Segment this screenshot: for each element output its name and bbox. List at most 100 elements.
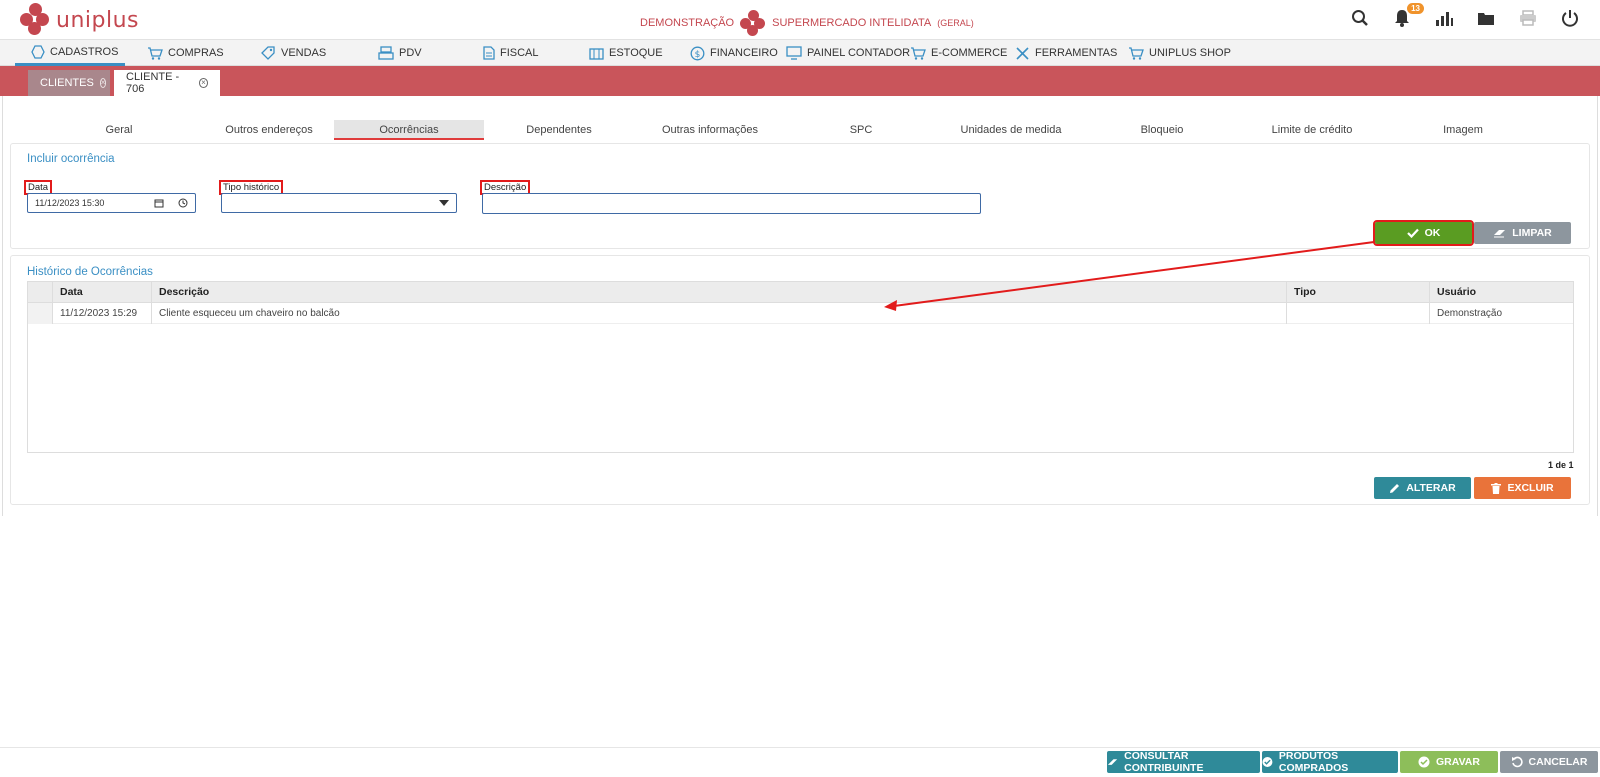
register-icon bbox=[378, 46, 394, 60]
produtos-comprados-button[interactable]: PRODUTOS COMPRADOS bbox=[1262, 750, 1398, 774]
row-descricao: Cliente esqueceu um chaveiro no balcão bbox=[152, 303, 1287, 324]
menu-item-financeiro[interactable]: $ FINANCEIRO bbox=[690, 40, 778, 66]
table-header: Data Descrição Tipo Usuário bbox=[28, 282, 1573, 303]
logo-mark-icon bbox=[20, 3, 50, 37]
menu-item-compras[interactable]: COMPRAS bbox=[147, 40, 224, 66]
company-name: SUPERMERCADO INTELIDATA bbox=[772, 17, 932, 29]
menu-item-fiscal[interactable]: FISCAL bbox=[483, 40, 539, 66]
check-icon bbox=[1406, 228, 1419, 238]
subtab-outros-enderecos[interactable]: Outros endereços bbox=[194, 120, 344, 140]
gravar-button[interactable]: GRAVAR bbox=[1400, 751, 1498, 773]
ok-button-label: OK bbox=[1424, 227, 1441, 239]
column-header-tipo[interactable]: Tipo bbox=[1287, 282, 1430, 303]
pagination-info: 1 de 1 bbox=[1548, 460, 1574, 470]
subtab-bloqueio[interactable]: Bloqueio bbox=[1087, 120, 1237, 140]
dollar-icon: $ bbox=[690, 46, 705, 60]
subtab-dependentes[interactable]: Dependentes bbox=[484, 120, 634, 140]
chart-icon[interactable] bbox=[1434, 8, 1454, 28]
ok-button[interactable]: OK bbox=[1373, 220, 1474, 246]
subtab-unidades-de-medida[interactable]: Unidades de medida bbox=[936, 120, 1086, 140]
row-data: 11/12/2023 15:29 bbox=[53, 303, 152, 324]
bell-icon[interactable]: 13 bbox=[1392, 3, 1424, 28]
notification-badge: 13 bbox=[1407, 3, 1424, 14]
doc-tab-label: CLIENTE - 706 bbox=[126, 71, 180, 95]
occurrence-history-title: Histórico de Ocorrências bbox=[27, 266, 153, 278]
table-row[interactable]: 11/12/2023 15:29 Cliente esqueceu um cha… bbox=[28, 303, 1573, 324]
environment-indicator: DEMONSTRAÇÃO SUPERMERCADO INTELIDATA (GE… bbox=[640, 10, 974, 36]
menu-item-ferramentas[interactable]: FERRAMENTAS bbox=[1015, 40, 1117, 66]
occurrence-history-table: Data Descrição Tipo Usuário 11/12/2023 1… bbox=[27, 281, 1574, 453]
doc-tab-cliente-706[interactable]: CLIENTE - 706 × bbox=[114, 70, 220, 96]
folder-icon[interactable] bbox=[1476, 8, 1496, 28]
cancelar-button-label: CANCELAR bbox=[1528, 756, 1588, 768]
menu-item-pdv[interactable]: PDV bbox=[378, 40, 422, 66]
subtab-limite-de-credito[interactable]: Limite de crédito bbox=[1237, 120, 1387, 140]
eraser-icon bbox=[1494, 230, 1506, 238]
cancelar-button[interactable]: CANCELAR bbox=[1500, 751, 1598, 773]
eraser-icon bbox=[1107, 758, 1118, 765]
header-actions: 13 bbox=[1350, 3, 1580, 28]
menu-item-label: FISCAL bbox=[500, 47, 539, 59]
power-icon[interactable] bbox=[1560, 8, 1580, 28]
gravar-button-label: GRAVAR bbox=[1436, 756, 1480, 768]
close-icon[interactable]: × bbox=[99, 78, 107, 88]
limpar-button[interactable]: LIMPAR bbox=[1474, 222, 1571, 244]
close-icon[interactable]: × bbox=[198, 78, 208, 88]
undo-icon bbox=[1511, 756, 1523, 768]
pencil-icon bbox=[1390, 483, 1400, 493]
subtab-ocorrencias[interactable]: Ocorrências bbox=[334, 120, 484, 140]
alterar-button[interactable]: ALTERAR bbox=[1374, 477, 1471, 499]
menu-item-e-commerce[interactable]: E-COMMERCE bbox=[910, 40, 1007, 66]
menu-item-label: FERRAMENTAS bbox=[1035, 47, 1118, 59]
menu-item-label: CADASTROS bbox=[50, 45, 119, 58]
check-circle-icon bbox=[1262, 757, 1273, 767]
company-suffix: (GERAL) bbox=[937, 18, 974, 28]
menu-item-label: UNIPLUS SHOP bbox=[1149, 47, 1231, 59]
row-selector[interactable] bbox=[28, 303, 53, 324]
excluir-button-label: EXCLUIR bbox=[1507, 482, 1554, 494]
trash-icon bbox=[1491, 482, 1502, 494]
tools-icon bbox=[1016, 46, 1029, 60]
excluir-button[interactable]: EXCLUIR bbox=[1474, 477, 1571, 499]
produtos-comprados-label: PRODUTOS COMPRADOS bbox=[1278, 750, 1349, 774]
box-icon bbox=[589, 48, 604, 60]
cart-icon bbox=[148, 47, 163, 60]
subtab-outras-informacoes[interactable]: Outras informações bbox=[635, 120, 785, 140]
tag-icon bbox=[261, 46, 275, 60]
consultar-contribuinte-button[interactable]: CONSULTAR CONTRIBUINTE bbox=[1107, 750, 1260, 774]
record-subtabs: Geral Outros endereços Ocorrências Depen… bbox=[10, 120, 1590, 140]
column-header-usuario[interactable]: Usuário bbox=[1430, 282, 1575, 303]
subtab-imagem[interactable]: Imagem bbox=[1388, 120, 1538, 140]
doc-tab-clientes[interactable]: CLIENTES × bbox=[28, 70, 110, 96]
search-icon[interactable] bbox=[1350, 8, 1370, 28]
document-icon bbox=[483, 46, 495, 60]
printer-icon[interactable] bbox=[1518, 8, 1538, 28]
column-header-data[interactable]: Data bbox=[53, 282, 152, 303]
check-circle-icon bbox=[1418, 756, 1430, 768]
menu-item-painel-contador[interactable]: PAINEL CONTADOR bbox=[786, 40, 910, 66]
data-field-value: 11/12/2023 15:30 bbox=[35, 198, 105, 208]
data-field[interactable]: 11/12/2023 15:30 bbox=[27, 193, 196, 213]
doc-tab-label: CLIENTES bbox=[40, 77, 94, 89]
subtab-geral[interactable]: Geral bbox=[44, 120, 194, 140]
column-header-descricao[interactable]: Descrição bbox=[152, 282, 1287, 303]
brand-name: uniplus bbox=[56, 7, 139, 33]
row-selector-header bbox=[28, 282, 53, 303]
descricao-textarea[interactable] bbox=[482, 193, 981, 214]
tipo-historico-select[interactable] bbox=[221, 193, 457, 213]
menu-item-cadastros[interactable]: CADASTROS bbox=[15, 40, 125, 66]
clock-icon[interactable] bbox=[178, 198, 188, 208]
menu-item-label: FINANCEIRO bbox=[710, 47, 778, 59]
menu-item-estoque[interactable]: ESTOQUE bbox=[589, 40, 663, 66]
main-menu: CADASTROS COMPRAS VENDAS PDV FISCAL ESTO… bbox=[0, 40, 1600, 66]
alterar-button-label: ALTERAR bbox=[1406, 482, 1456, 494]
menu-item-label: ESTOQUE bbox=[609, 47, 663, 59]
menu-item-label: PDV bbox=[399, 47, 422, 59]
subtab-spc[interactable]: SPC bbox=[786, 120, 936, 140]
uniplus-logo[interactable]: uniplus bbox=[20, 3, 139, 37]
menu-item-uniplus-shop[interactable]: UNIPLUS SHOP bbox=[1128, 40, 1231, 66]
menu-item-vendas[interactable]: VENDAS bbox=[261, 40, 326, 66]
chevron-down-icon bbox=[439, 200, 449, 206]
calendar-icon[interactable] bbox=[154, 198, 164, 208]
row-tipo bbox=[1287, 303, 1430, 324]
